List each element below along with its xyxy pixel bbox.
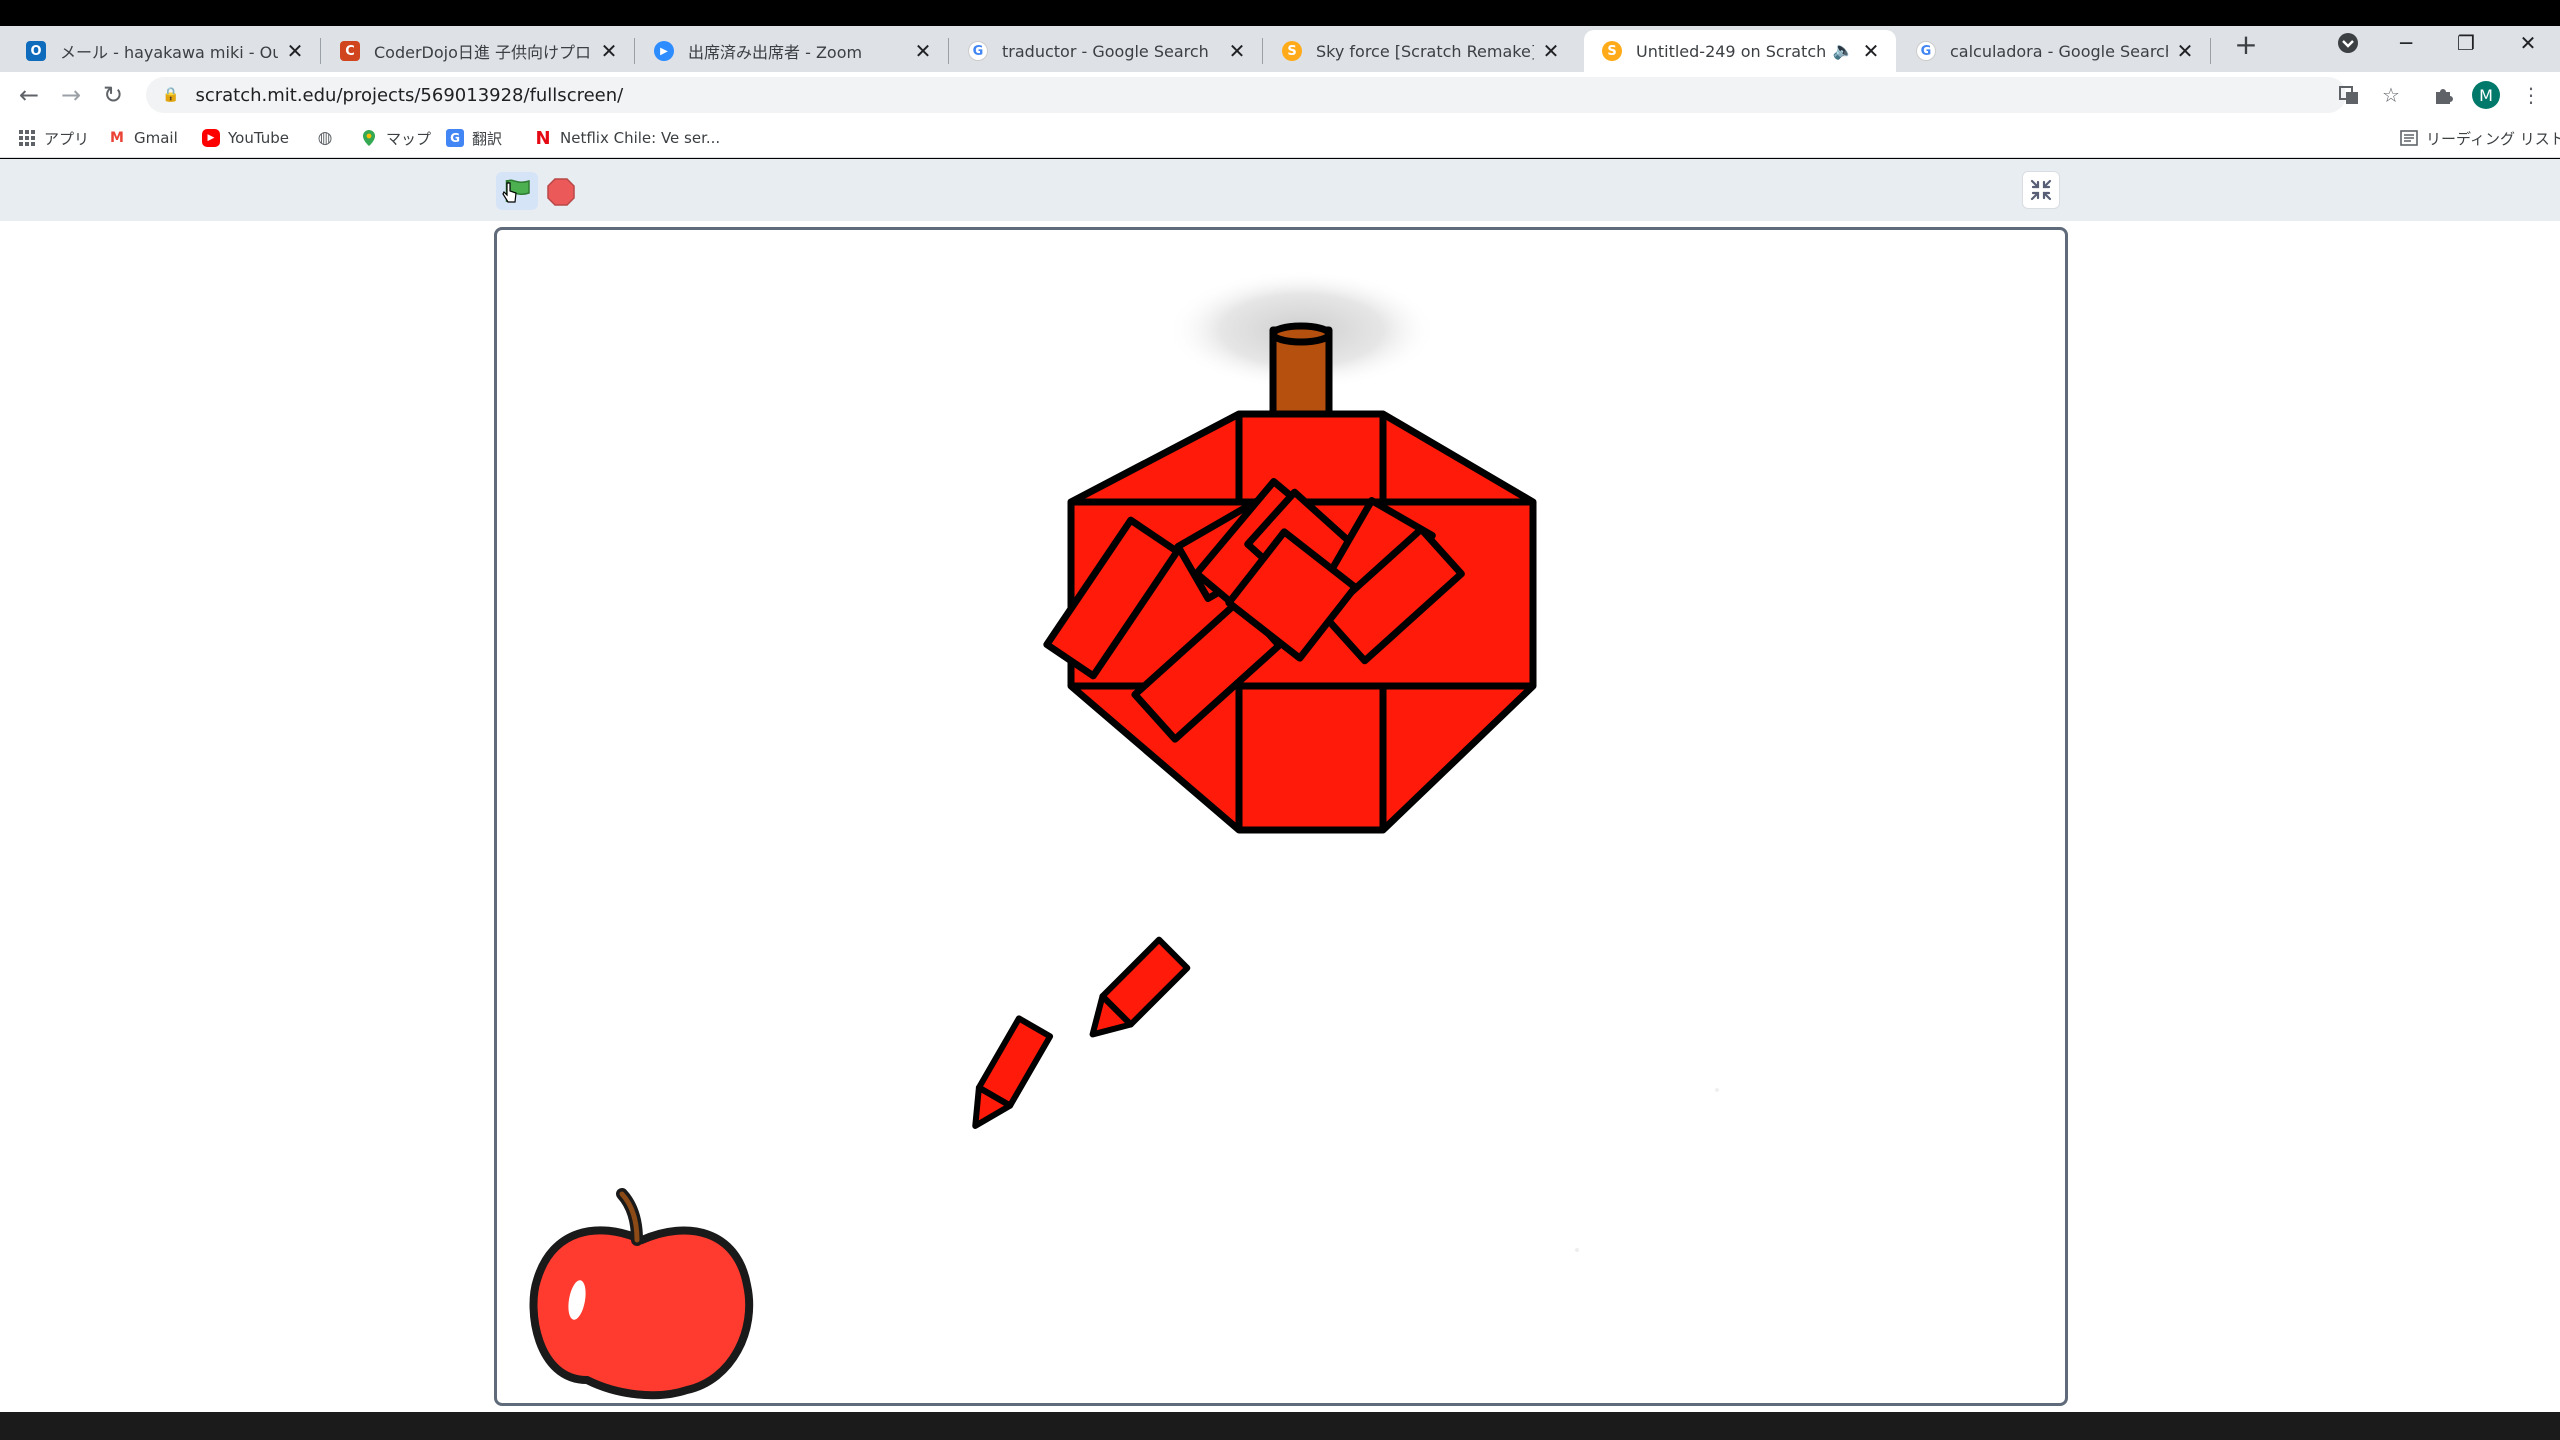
tab-title: CoderDojo日進 子供向けプログラミング	[374, 43, 592, 62]
chevron-down-circle-icon	[2338, 33, 2358, 53]
stop-button[interactable]	[547, 178, 575, 206]
bookmark-label: Netflix Chile: Ve ser...	[560, 129, 721, 147]
screen-top-border	[0, 0, 2560, 26]
tab-title: メール - hayakawa miki - Outlook	[60, 43, 278, 62]
globe-icon: ◍	[317, 128, 333, 148]
extensions-icon[interactable]	[2430, 82, 2456, 108]
bookmark-translate[interactable]: G 翻訳	[446, 126, 502, 150]
tab-coderdojo[interactable]: C CoderDojo日進 子供向けプログラミング ✕	[322, 30, 635, 72]
scratch-fullscreen-page	[0, 159, 2560, 1412]
scratch-icon: S	[1282, 41, 1302, 61]
minimize-button[interactable]: ─	[2384, 28, 2428, 58]
bookmark-apps[interactable]: アプリ	[18, 126, 89, 150]
tab-separator	[634, 38, 635, 64]
tab-title: calculadora - Google Search	[1950, 41, 2168, 61]
tab-sky-force[interactable]: S Sky force [Scratch Remake] 2021 ✕	[1264, 30, 1576, 72]
reading-list-label: リーディング リスト	[2426, 129, 2560, 148]
bookmark-star-icon[interactable]: ☆	[2378, 82, 2404, 108]
project-stage[interactable]	[494, 227, 2068, 1406]
tab-untitled-249[interactable]: S Untitled-249 on Scratch 🔈 ✕	[1584, 30, 1896, 72]
coderdojo-icon: C	[340, 41, 360, 61]
scratch-icon: S	[1602, 41, 1622, 61]
close-tab-icon[interactable]: ✕	[1226, 39, 1248, 63]
apple-player-sprite[interactable]	[529, 1188, 754, 1400]
mouse-cursor-hand-icon	[502, 182, 517, 203]
bookmark-label: Gmail	[134, 129, 178, 147]
tab-title: 出席済み出席者 - Zoom	[688, 43, 863, 62]
translate-icon: G	[446, 129, 464, 147]
tab-title: Untitled-249 on Scratch	[1636, 41, 1827, 61]
close-tab-icon[interactable]: ✕	[598, 39, 620, 63]
kebab-menu-icon[interactable]: ⋮	[2518, 82, 2544, 108]
tab-search-button[interactable]	[2326, 28, 2370, 58]
reading-list-button[interactable]: リーディング リスト	[2400, 126, 2560, 150]
bookmark-gmail[interactable]: M Gmail	[108, 126, 178, 150]
gmail-icon: M	[110, 130, 124, 146]
screen-bottom-border	[0, 1412, 2560, 1440]
close-window-button[interactable]: ✕	[2506, 28, 2550, 58]
youtube-icon: ▶	[202, 129, 220, 147]
tab-zoom[interactable]: ▶ 出席済み出席者 - Zoom ✕	[636, 30, 949, 72]
tab-title: traductor - Google Search	[1002, 41, 1209, 61]
speaker-icon[interactable]: 🔈	[1833, 41, 1854, 61]
bookmark-maps[interactable]: マップ	[360, 126, 431, 150]
zoom-icon: ▶	[654, 41, 674, 61]
bookmark-label: アプリ	[44, 129, 90, 148]
enemy-boss-sprite[interactable]	[1043, 322, 1537, 834]
google-icon: G	[1916, 41, 1936, 61]
outlook-icon: O	[26, 41, 46, 61]
bookmark-label: YouTube	[228, 129, 289, 147]
bookmark-netflix[interactable]: N Netflix Chile: Ve ser...	[534, 126, 720, 150]
netflix-icon: N	[535, 127, 551, 149]
exit-fullscreen-button[interactable]	[2022, 171, 2060, 209]
close-tab-icon[interactable]: ✕	[1860, 39, 1882, 63]
stop-octagon-icon	[547, 178, 575, 206]
tab-separator	[948, 38, 949, 64]
maps-pin-icon	[360, 129, 378, 147]
close-tab-icon[interactable]: ✕	[284, 39, 306, 63]
browser-toolbar: ← → ↻ 🔒 scratch.mit.edu/projects/5690139…	[0, 72, 2560, 118]
address-bar[interactable]: 🔒 scratch.mit.edu/projects/569013928/ful…	[146, 77, 2346, 113]
bookmarks-bar: アプリ M Gmail ▶ YouTube ◍ マップ G 翻訳 N Netfl…	[0, 118, 2560, 158]
close-tab-icon[interactable]: ✕	[2174, 39, 2196, 63]
bookmark-youtube[interactable]: ▶ YouTube	[202, 126, 289, 150]
apps-grid-icon	[18, 129, 36, 147]
reading-list-icon	[2400, 129, 2418, 147]
tab-separator	[1262, 38, 1263, 64]
back-button[interactable]: ←	[14, 80, 44, 110]
forward-button[interactable]: →	[56, 80, 86, 110]
profile-avatar[interactable]: M	[2472, 81, 2500, 109]
bookmark-globe[interactable]: ◍	[316, 126, 342, 150]
bullet-sprite	[1089, 936, 1191, 1038]
address-url: scratch.mit.edu/projects/569013928/fulls…	[195, 84, 624, 106]
restore-button[interactable]: ❐	[2444, 28, 2488, 58]
bookmark-label: マップ	[386, 129, 432, 148]
translate-page-icon[interactable]	[2336, 82, 2362, 108]
close-tab-icon[interactable]: ✕	[912, 39, 934, 63]
tab-strip: O メール - hayakawa miki - Outlook ✕ C Code…	[0, 26, 2560, 72]
tab-outlook[interactable]: O メール - hayakawa miki - Outlook ✕	[8, 30, 321, 72]
tab-separator	[2210, 38, 2211, 64]
new-tab-button[interactable]: +	[2232, 28, 2260, 61]
bullet-sprite	[972, 1015, 1054, 1129]
close-tab-icon[interactable]: ✕	[1540, 39, 1562, 63]
tab-calculadora[interactable]: G calculadora - Google Search ✕	[1898, 30, 2211, 72]
bookmark-label: 翻訳	[472, 129, 503, 148]
google-icon: G	[968, 41, 988, 61]
tab-title: Sky force [Scratch Remake] 2021	[1316, 41, 1534, 61]
scratch-control-bar	[0, 159, 2560, 221]
tab-separator	[320, 38, 321, 64]
lock-icon: 🔒	[162, 87, 180, 103]
tab-traductor[interactable]: G traductor - Google Search ✕	[950, 30, 1263, 72]
exit-fullscreen-icon	[2030, 179, 2052, 201]
reload-button[interactable]: ↻	[98, 80, 128, 110]
